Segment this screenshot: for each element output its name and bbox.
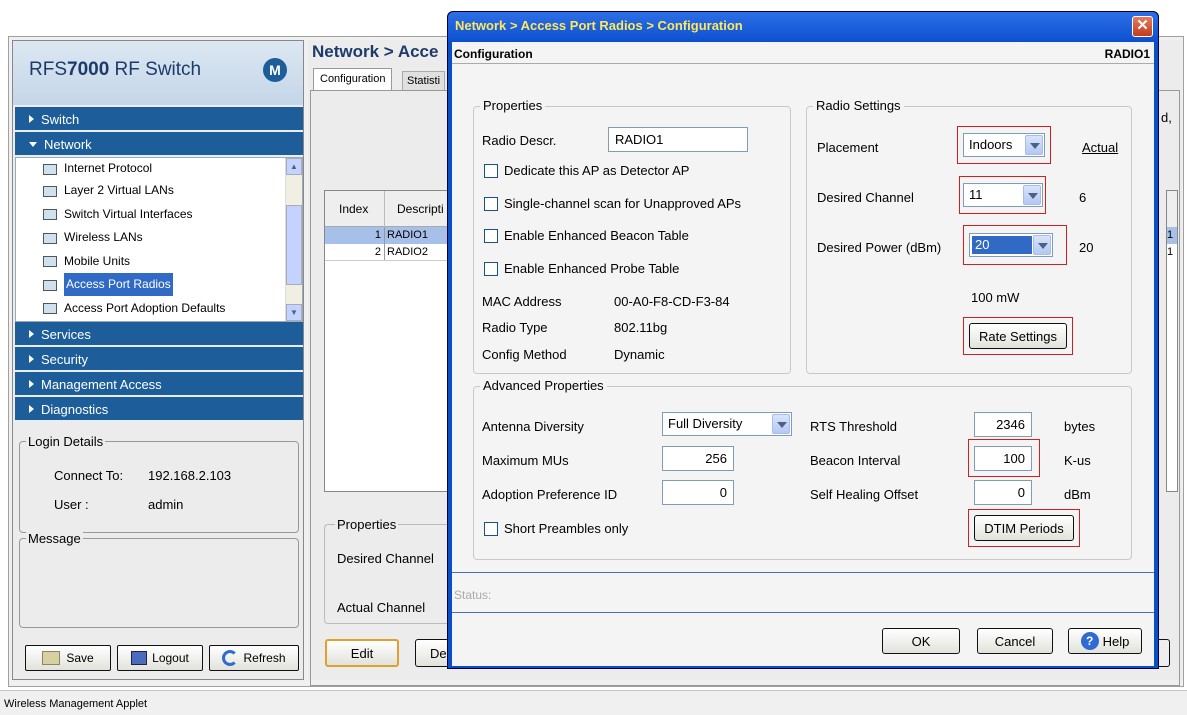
refresh-icon <box>222 650 239 666</box>
motorola-logo: M <box>263 58 287 82</box>
placement-select[interactable]: Indoors <box>963 133 1045 157</box>
actual-link[interactable]: Actual <box>1082 140 1118 155</box>
short-preambles-checkbox[interactable] <box>484 522 498 536</box>
tab-statistics[interactable]: Statisti <box>402 71 446 90</box>
message-group: Message <box>19 531 299 628</box>
enhanced-beacon-checkbox[interactable] <box>484 229 498 243</box>
ok-button[interactable]: OK <box>882 628 960 654</box>
tree-item-wlans[interactable]: Wireless LANs <box>16 226 302 250</box>
sidebar-item-network[interactable]: Network <box>15 132 303 157</box>
mobile-unit-icon <box>40 253 60 269</box>
close-icon[interactable]: ✕ <box>1132 16 1153 37</box>
app-title: RFS7000 RF Switch <box>29 59 202 80</box>
dialog-body: Configuration RADIO1 Properties Radio De… <box>452 42 1154 666</box>
main-properties-group: Properties Desired Channel Actual Channe… <box>324 517 464 624</box>
statusbar: Wireless Management Applet <box>0 690 1187 715</box>
antenna-icon <box>40 277 60 293</box>
chevron-down-icon <box>1023 185 1041 205</box>
tree-item-svi[interactable]: Switch Virtual Interfaces <box>16 203 302 227</box>
col-header-index[interactable]: Index <box>325 190 385 227</box>
refresh-button[interactable]: Refresh <box>209 645 299 671</box>
adoption-preference-input[interactable]: 0 <box>662 480 734 505</box>
config-dialog: Network > Access Port Radios > Configura… <box>447 11 1159 669</box>
table-row[interactable]: 1 <box>1167 227 1177 244</box>
sidebar-item-security[interactable]: Security <box>15 347 303 372</box>
main-title: Network > Acce <box>312 42 439 61</box>
desired-channel-select[interactable]: 11 <box>963 183 1043 207</box>
left-panel: RFS7000 RF Switch M Switch Network Inter… <box>12 40 304 680</box>
radios-table: Index Descripti 1 RADIO1 2 RADIO2 <box>324 190 464 492</box>
expand-icon <box>29 115 34 123</box>
radio-settings-group: Radio Settings Placement Indoors Actual … <box>806 98 1132 374</box>
scroll-down-icon[interactable]: ▼ <box>286 304 302 321</box>
expand-icon <box>29 405 34 413</box>
sidebar-item-services[interactable]: Services <box>15 322 303 347</box>
dialog-header: Configuration RADIO1 <box>452 42 1154 64</box>
chevron-down-icon <box>772 414 790 434</box>
col-header-description[interactable]: Descripti <box>385 202 444 216</box>
save-button[interactable]: Save <box>25 645 111 671</box>
chevron-down-icon <box>1025 135 1043 155</box>
logout-icon <box>131 651 148 665</box>
status-divider <box>452 572 1154 573</box>
chevron-down-icon <box>1033 235 1051 255</box>
sidebar-item-diagnostics[interactable]: Diagnostics <box>15 397 303 422</box>
help-button[interactable]: ? Help <box>1068 628 1142 654</box>
rts-threshold-input[interactable]: 2346 <box>974 412 1032 437</box>
login-details-group: Login Details Connect To: 192.168.2.103 … <box>19 434 299 533</box>
logout-button[interactable]: Logout <box>117 645 203 671</box>
table-row[interactable]: 1 RADIO1 <box>325 227 463 244</box>
right-table-fragment: 1 1 <box>1166 190 1178 492</box>
rate-settings-button[interactable]: Rate Settings <box>969 323 1067 349</box>
radio-descr-input[interactable]: RADIO1 <box>608 127 748 152</box>
enhanced-probe-checkbox[interactable] <box>484 262 498 276</box>
sidebar-item-switch[interactable]: Switch <box>15 107 303 132</box>
defaults-icon <box>40 300 60 316</box>
beacon-interval-input[interactable]: 100 <box>974 446 1032 471</box>
network-icon <box>40 161 60 177</box>
interface-icon <box>40 206 60 222</box>
button-divider <box>452 612 1154 613</box>
expand-icon <box>29 355 34 363</box>
vlan-icon <box>40 183 60 199</box>
self-healing-offset-input[interactable]: 0 <box>974 480 1032 505</box>
desired-power-select[interactable]: 20 <box>969 233 1053 257</box>
cancel-button[interactable]: Cancel <box>977 628 1053 654</box>
tree-item-access-port-radios[interactable]: Access Port Radios <box>16 273 302 297</box>
tab-configuration[interactable]: Configuration <box>313 68 393 90</box>
single-channel-scan-checkbox[interactable] <box>484 197 498 211</box>
scroll-up-icon[interactable]: ▲ <box>286 158 302 175</box>
expand-icon <box>29 330 34 338</box>
tree-item-mobile-units[interactable]: Mobile Units <box>16 250 302 274</box>
properties-group: Properties Radio Descr. RADIO1 Dedicate … <box>473 98 791 374</box>
wlan-icon <box>40 230 60 246</box>
antenna-diversity-select[interactable]: Full Diversity <box>662 412 792 436</box>
collapse-icon <box>29 142 37 147</box>
edit-button[interactable]: Edit <box>325 639 399 667</box>
tree-scrollbar[interactable]: ▲ ▼ <box>285 158 302 321</box>
dedicate-detector-checkbox[interactable] <box>484 164 498 178</box>
expand-icon <box>29 380 34 388</box>
tree-item-internet-protocol[interactable]: Internet Protocol <box>16 158 302 179</box>
table-row[interactable]: 1 <box>1167 244 1177 261</box>
help-icon: ? <box>1080 632 1099 650</box>
tree-item-l2-vlans[interactable]: Layer 2 Virtual LANs <box>16 179 302 203</box>
app-header: RFS7000 RF Switch M <box>13 41 303 105</box>
tree-item-adoption-defaults[interactable]: Access Port Adoption Defaults <box>16 297 302 321</box>
network-tree: Internet Protocol Layer 2 Virtual LANs S… <box>15 157 303 322</box>
advanced-properties-group: Advanced Properties Antenna Diversity Fu… <box>473 378 1132 560</box>
sidebar-item-management-access[interactable]: Management Access <box>15 372 303 397</box>
max-mus-input[interactable]: 256 <box>662 446 734 471</box>
save-icon <box>42 651 61 665</box>
scroll-thumb[interactable] <box>286 205 302 285</box>
dialog-titlebar[interactable]: Network > Access Port Radios > Configura… <box>448 12 1158 42</box>
table-row[interactable]: 2 RADIO2 <box>325 244 463 261</box>
dtim-periods-button[interactable]: DTIM Periods <box>974 515 1074 541</box>
